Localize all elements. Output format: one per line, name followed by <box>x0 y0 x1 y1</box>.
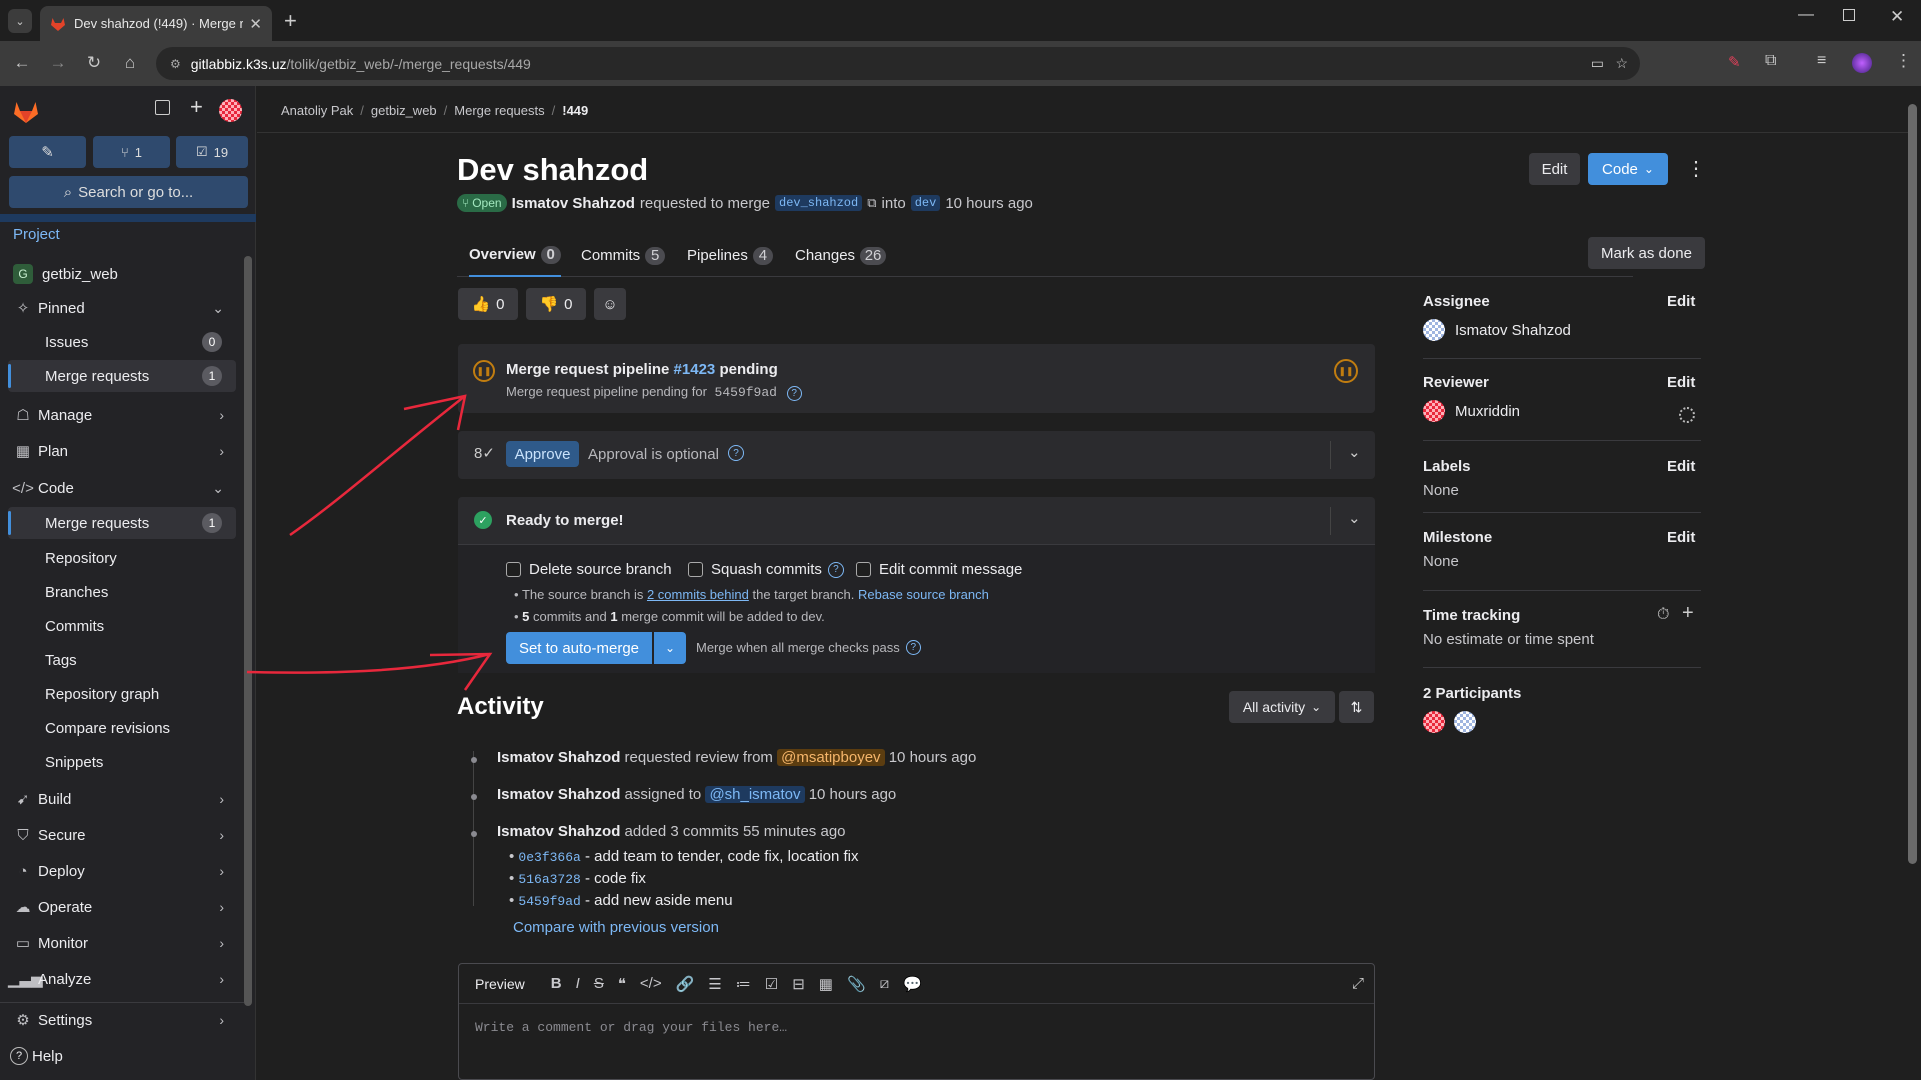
annotation-arrows <box>246 394 493 691</box>
annotation-arrow-pipeline <box>289 395 466 537</box>
annotation-arrowhead-pipeline <box>403 394 467 431</box>
annotation-arrow-merge <box>246 652 491 674</box>
